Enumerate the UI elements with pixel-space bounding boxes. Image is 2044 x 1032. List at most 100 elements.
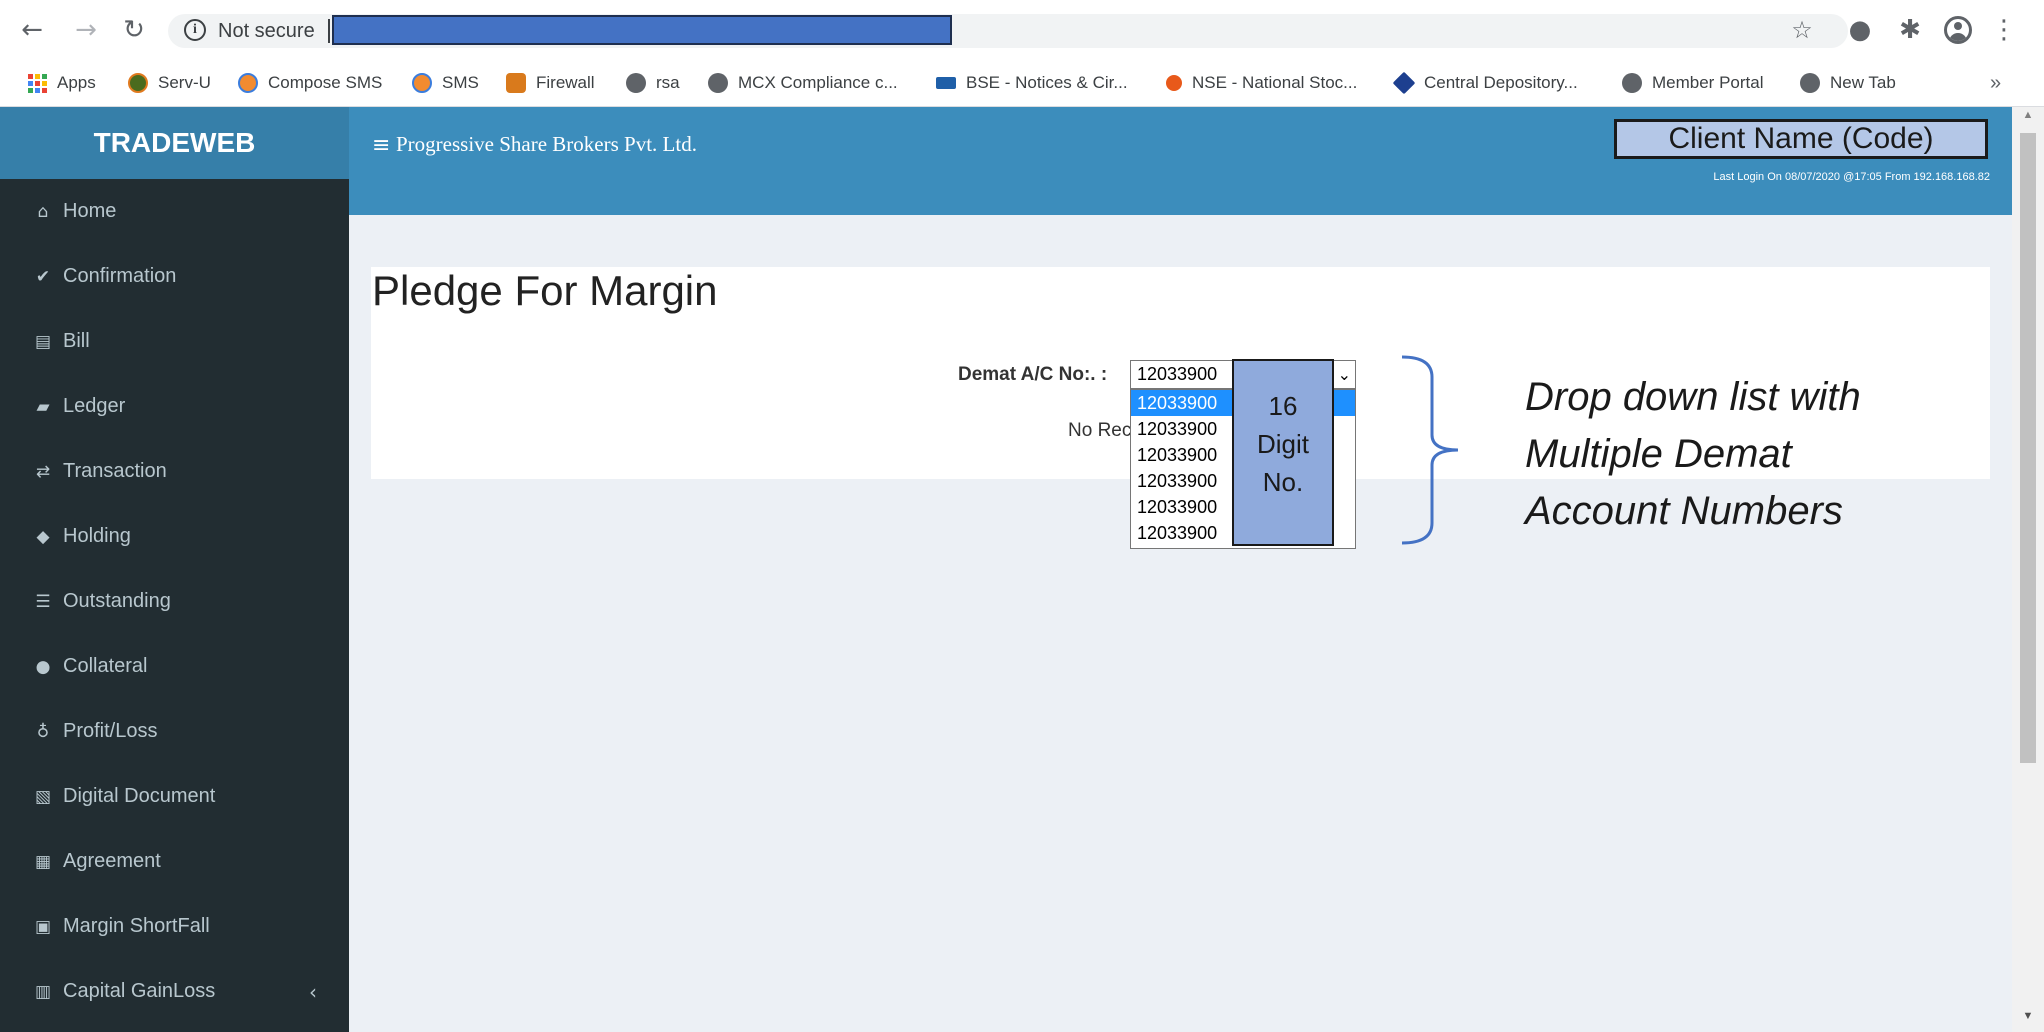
sms-icon: [412, 73, 432, 93]
bookmark-nse[interactable]: NSE - National Stoc...: [1166, 60, 1357, 106]
info-icon[interactable]: i: [184, 19, 206, 41]
no-records-text: No Rec: [1068, 420, 1132, 441]
bookmark-label: Firewall: [536, 73, 595, 92]
url-divider: [328, 19, 330, 43]
bookmark-label: Member Portal: [1652, 73, 1764, 92]
sidebar-item-label: Outstanding: [63, 590, 171, 612]
sidebar-item-label: Collateral: [63, 655, 148, 677]
sidebar-item-holding[interactable]: ◆ Holding: [0, 504, 349, 569]
bookmark-label: rsa: [656, 73, 680, 92]
pdf-icon: ▧: [34, 786, 52, 807]
sidebar-item-collateral[interactable]: ● Collateral: [0, 634, 349, 699]
sidebar-item-label: Ledger: [63, 395, 126, 417]
profile-icon[interactable]: [1944, 16, 1972, 44]
last-login-info: Last Login On 08/07/2020 @17:05 From 192…: [1713, 171, 1990, 183]
bookmark-label: Compose SMS: [268, 73, 383, 92]
bookmark-cdsl[interactable]: Central Depository...: [1392, 60, 1578, 106]
scrollbar-thumb[interactable]: [2020, 133, 2036, 763]
address-book-icon: ▣: [34, 916, 52, 937]
back-arrow-icon[interactable]: ←: [14, 12, 50, 48]
callout-line: Digit: [1256, 429, 1309, 459]
sidebar-item-margin-shortfall[interactable]: ▣ Margin ShortFall: [0, 894, 349, 959]
bookmark-label: BSE - Notices & Cir...: [966, 73, 1128, 92]
firewall-icon: [506, 73, 526, 93]
sidebar-item-profit-loss[interactable]: ♁ Profit/Loss: [0, 699, 349, 764]
company-name: Progressive Share Brokers Pvt. Ltd.: [396, 132, 697, 156]
url-redacted[interactable]: [332, 15, 952, 45]
chevron-left-icon[interactable]: ‹: [309, 980, 317, 1004]
digit-count-callout: 16 Digit No.: [1232, 359, 1334, 546]
chevron-down-icon[interactable]: ⌄: [1338, 361, 1351, 388]
callout-line: 16: [1268, 391, 1298, 421]
star-icon[interactable]: ☆: [1786, 14, 1818, 46]
vertical-scrollbar[interactable]: ▲ ▼: [2012, 107, 2044, 1032]
bookmark-new-tab[interactable]: New Tab: [1800, 60, 1896, 106]
sidebar-item-agreement[interactable]: ▦ Agreement: [0, 829, 349, 894]
bookmark-label: New Tab: [1830, 73, 1896, 92]
bookmark-label: Central Depository...: [1424, 73, 1578, 92]
exchange-icon: ⇄: [35, 461, 51, 482]
cdsl-icon: [1392, 71, 1416, 95]
annotation-line: Multiple Demat: [1525, 432, 1792, 476]
curly-brace-annotation: [1401, 355, 1459, 545]
thumbs-up-icon: ♁: [36, 721, 50, 742]
list-icon: ☰: [35, 591, 51, 612]
security-label[interactable]: Not secure: [218, 20, 315, 43]
bookmark-serv-u[interactable]: Serv-U: [128, 60, 211, 106]
reload-icon[interactable]: ↻: [116, 12, 152, 48]
sidebar-item-label: Confirmation: [63, 265, 177, 287]
sidebar-item-capital-gainloss[interactable]: ▥ Capital GainLoss ‹: [0, 959, 349, 1024]
serv-u-icon: [128, 73, 148, 93]
sidebar-item-label: Agreement: [63, 850, 161, 872]
scroll-down-arrow-icon[interactable]: ▼: [2012, 1010, 2044, 1030]
more-menu-icon[interactable]: ⋮: [1988, 14, 2020, 46]
bookmarks-overflow-button[interactable]: »: [1990, 60, 2001, 106]
home-icon: ⌂: [37, 201, 49, 222]
sidebar-item-transaction[interactable]: ⇄ Transaction: [0, 439, 349, 504]
sidebar-item-confirmation[interactable]: ✔ Confirmation: [0, 244, 349, 309]
hamburger-icon[interactable]: ≡: [372, 133, 390, 158]
bookmark-label: MCX Compliance c...: [738, 73, 898, 92]
tag-icon: ◆: [36, 526, 50, 547]
client-name-label: Client Name (Code): [1614, 119, 1988, 159]
scroll-up-arrow-icon[interactable]: ▲: [2012, 109, 2044, 129]
sms-icon: [238, 73, 258, 93]
sidebar-item-label: Capital GainLoss: [63, 980, 216, 1002]
sidebar-item-digital-document[interactable]: ▧ Digital Document: [0, 764, 349, 829]
newspaper-icon: ▦: [34, 851, 52, 872]
bookmark-rsa[interactable]: rsa: [626, 60, 680, 106]
brace-path: [1401, 355, 1459, 545]
callout-line: No.: [1262, 467, 1304, 497]
address-bar[interactable]: i Not secure: [168, 14, 1848, 48]
sidebar-item-home[interactable]: ⌂ Home: [0, 179, 349, 244]
bookmark-sms[interactable]: SMS: [412, 60, 479, 106]
demat-account-label: Demat A/C No:. :: [958, 364, 1108, 385]
puzzle-icon[interactable]: ✱: [1894, 14, 1926, 46]
app-logo[interactable]: TRADEWEB: [0, 107, 349, 179]
globe-icon: [1800, 73, 1820, 93]
bookmark-mcx[interactable]: MCX Compliance c...: [708, 60, 898, 106]
bookmark-compose-sms[interactable]: Compose SMS: [238, 60, 382, 106]
sidebar-item-label: Margin ShortFall: [63, 915, 210, 937]
bookmark-apps[interactable]: Apps: [28, 60, 96, 106]
bookmark-firewall[interactable]: Firewall: [506, 60, 595, 106]
extension-icon[interactable]: ●: [1844, 14, 1876, 46]
annotation-line: Account Numbers: [1525, 489, 1843, 533]
file-text-icon: ▤: [34, 331, 52, 352]
sidebar-item-label: Home: [63, 200, 117, 222]
sidebar: ⌂ Home ✔ Confirmation ▤ Bill ▰ Ledger ⇄ …: [0, 179, 349, 1032]
bookmark-member-portal[interactable]: Member Portal: [1622, 60, 1763, 106]
apps-grid-icon: [28, 73, 47, 93]
bse-icon: [936, 77, 956, 89]
globe-icon: [708, 73, 728, 93]
sidebar-item-bill[interactable]: ▤ Bill: [0, 309, 349, 374]
bar-chart-icon: ▥: [34, 981, 52, 1002]
bookmark-bse[interactable]: BSE - Notices & Cir...: [936, 60, 1128, 106]
selected-value: 12033900: [1137, 364, 1218, 384]
globe-icon: [1622, 73, 1642, 93]
sidebar-item-ledger[interactable]: ▰ Ledger: [0, 374, 349, 439]
forward-arrow-icon[interactable]: →: [68, 12, 104, 48]
nse-icon: [1166, 75, 1182, 91]
sidebar-item-outstanding[interactable]: ☰ Outstanding: [0, 569, 349, 634]
page: ≡ Progressive Share Brokers Pvt. Ltd. Cl…: [0, 107, 2044, 1032]
